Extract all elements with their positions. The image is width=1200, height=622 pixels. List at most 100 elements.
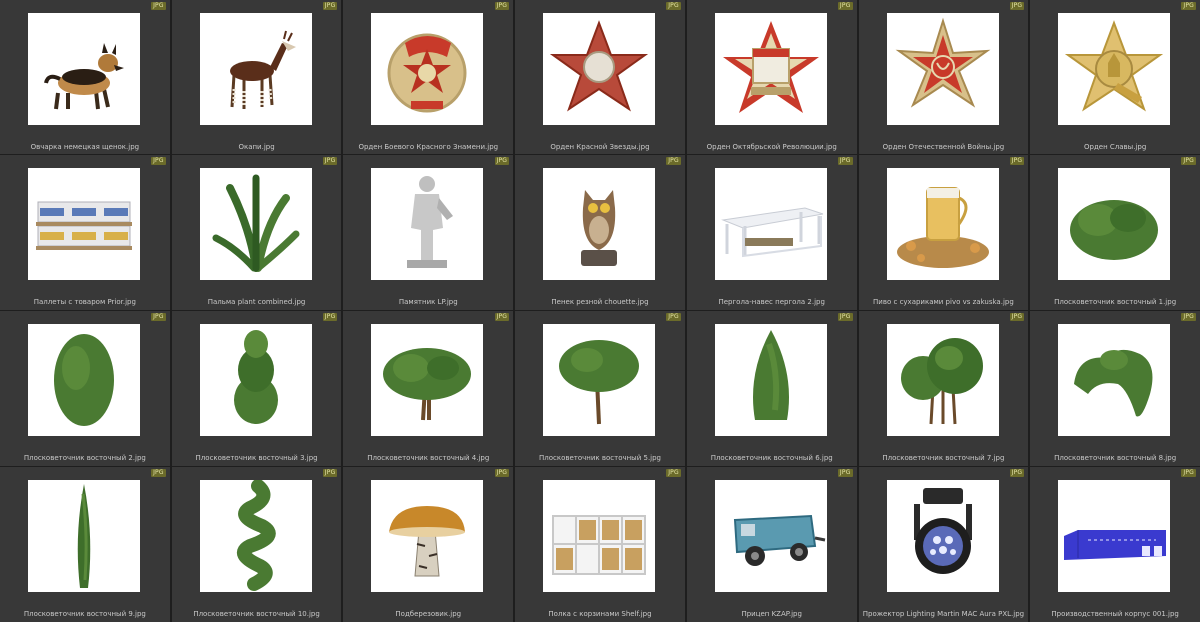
file-tile[interactable]: JPG Прожектор Lighting Martin MAC Aura P… (858, 467, 1029, 622)
thumbnail (1058, 13, 1171, 125)
thumbnail (886, 480, 999, 592)
thumbnail (199, 324, 312, 436)
file-type-badge: JPG (1181, 313, 1196, 321)
thumbnail (714, 168, 827, 280)
thumbnail (1058, 480, 1171, 592)
fern-icon (212, 174, 300, 272)
file-name: Плосковеточник восточный 2.jpg (23, 454, 146, 462)
shelf-icon (552, 515, 647, 575)
file-tile[interactable]: JPG Памятник LP.jpg (343, 155, 514, 310)
pergola-icon (720, 207, 824, 258)
file-name: Плосковеточник восточный 10.jpg (193, 610, 320, 618)
shrub-icon (1074, 349, 1153, 417)
thumbnail (714, 13, 827, 125)
file-tile[interactable]: JPG Прицеп KZAP.jpg (686, 467, 857, 622)
file-tile[interactable]: JPG Плосковеточник восточный 1.jpg (1030, 155, 1200, 310)
file-type-badge: JPG (494, 157, 510, 165)
pallets-icon (36, 201, 132, 250)
file-type-badge: JPG (837, 157, 853, 165)
column-tree-icon (77, 484, 91, 588)
thumbnail (543, 324, 656, 436)
thumbnail (714, 324, 827, 436)
file-type-badge: JPG (666, 157, 681, 165)
file-name: Орден Славы.jpg (1084, 143, 1147, 151)
shrub-icon (54, 334, 114, 426)
file-tile[interactable]: JPG Пальма plant combined.jpg (171, 155, 342, 310)
file-name: Подберезовик.jpg (395, 610, 462, 618)
thumbnail (1058, 168, 1171, 280)
file-type-badge: JPG (494, 313, 510, 321)
file-tile[interactable]: JPG Плосковеточник восточный 9.jpg (0, 467, 170, 622)
file-type-badge: JPG (1009, 157, 1025, 165)
file-type-badge: JPG (151, 157, 166, 165)
file-type-badge: JPG (494, 2, 510, 10)
file-type-badge: JPG (322, 313, 338, 321)
file-name: Плосковеточник восточный 5.jpg (538, 454, 661, 462)
file-tile[interactable]: JPG Пенек резной chouette.jpg (515, 155, 685, 310)
file-type-badge: JPG (666, 469, 681, 477)
file-type-badge: JPG (151, 469, 166, 477)
file-name: Пальма plant combined.jpg (207, 298, 306, 306)
shrub-icon (233, 330, 278, 424)
file-tile[interactable]: JPG Производственный корпус 001.jpg (1030, 467, 1200, 622)
file-tile[interactable]: JPG Плосковеточник восточный 7.jpg (858, 311, 1029, 466)
file-tile[interactable]: JPG Плосковеточник восточный 8.jpg (1030, 311, 1200, 466)
file-tile[interactable]: JPG Орден Октябрьской Революции.jpg (686, 0, 857, 154)
file-name: Плосковеточник восточный 1.jpg (1054, 298, 1177, 306)
file-tile[interactable]: JPG Плосковеточник восточный 5.jpg (515, 311, 685, 466)
file-tile[interactable]: JPG Плосковеточник восточный 2.jpg (0, 311, 170, 466)
file-name: Окапи.jpg (238, 143, 275, 151)
file-type-badge: JPG (494, 469, 510, 477)
file-name: Полка с корзинами Shelf.jpg (548, 610, 652, 618)
thumbnail (714, 480, 827, 592)
file-type-badge: JPG (1181, 2, 1196, 10)
cypress-icon (752, 330, 789, 420)
file-name: Орден Боевого Красного Знамени.jpg (358, 143, 499, 151)
file-tile[interactable]: JPG Орден Славы.jpg (1030, 0, 1200, 154)
file-tile[interactable]: JPG Пиво с сухариками pivo vs zakuska.jp… (858, 155, 1029, 310)
file-tile[interactable]: JPG Плосковеточник восточный 3.jpg (171, 311, 342, 466)
beer-icon (896, 187, 989, 268)
file-tile[interactable]: JPG Паллеты с товаром Prior.jpg (0, 155, 170, 310)
file-name: Орден Отечественной Войны.jpg (882, 143, 1005, 151)
thumbnail (543, 480, 656, 592)
file-name: Памятник LP.jpg (398, 298, 458, 306)
file-type-badge: JPG (1181, 469, 1196, 477)
okapi-icon (229, 30, 296, 109)
file-tile[interactable]: JPG Орден Отечественной Войны.jpg (858, 0, 1029, 154)
file-tile[interactable]: JPG Плосковеточник восточный 6.jpg (686, 311, 857, 466)
thumbnail (543, 168, 656, 280)
thumbnail (371, 13, 484, 125)
dog-icon (44, 43, 124, 110)
file-tile[interactable]: JPG Орден Боевого Красного Знамени.jpg (343, 0, 514, 154)
file-name: Пенек резной chouette.jpg (551, 298, 649, 306)
file-type-badge: JPG (322, 469, 338, 477)
file-tile[interactable]: JPG Плосковеточник восточный 10.jpg (171, 467, 342, 622)
file-tile[interactable]: JPG Полка с корзинами Shelf.jpg (515, 467, 685, 622)
file-name: Паллеты с товаром Prior.jpg (33, 298, 136, 306)
star-medal-icon (550, 20, 649, 112)
file-tile[interactable]: JPG Пергола-навес пергола 2.jpg (686, 155, 857, 310)
file-type-badge: JPG (837, 469, 853, 477)
thumbnail (28, 13, 140, 125)
file-name: Плосковеточник восточный 9.jpg (23, 610, 146, 618)
file-tile[interactable]: JPG Орден Красной Звезды.jpg (515, 0, 685, 154)
tree-icon (900, 338, 983, 425)
file-type-badge: JPG (1009, 313, 1025, 321)
file-type-badge: JPG (151, 313, 166, 321)
file-name: Плосковеточник восточный 4.jpg (367, 454, 490, 462)
thumbnail (199, 168, 312, 280)
tree-icon (559, 340, 640, 425)
mushroom-icon (389, 506, 466, 577)
thumbnail (886, 324, 999, 436)
file-type-badge: JPG (1009, 2, 1025, 10)
file-name: Прицеп KZAP.jpg (741, 610, 802, 618)
file-tile[interactable]: JPG Плосковеточник восточный 4.jpg (343, 311, 514, 466)
building-icon (1064, 530, 1167, 560)
file-tile[interactable]: JPG Овчарка немецкая щенок.jpg (0, 0, 170, 154)
file-tile[interactable]: JPG Подберезовик.jpg (343, 467, 514, 622)
file-tile[interactable]: JPG Окапи.jpg (171, 0, 342, 154)
file-name: Плосковеточник восточный 8.jpg (1054, 454, 1177, 462)
thumbnail (28, 324, 140, 436)
file-name: Производственный корпус 001.jpg (1051, 610, 1179, 618)
